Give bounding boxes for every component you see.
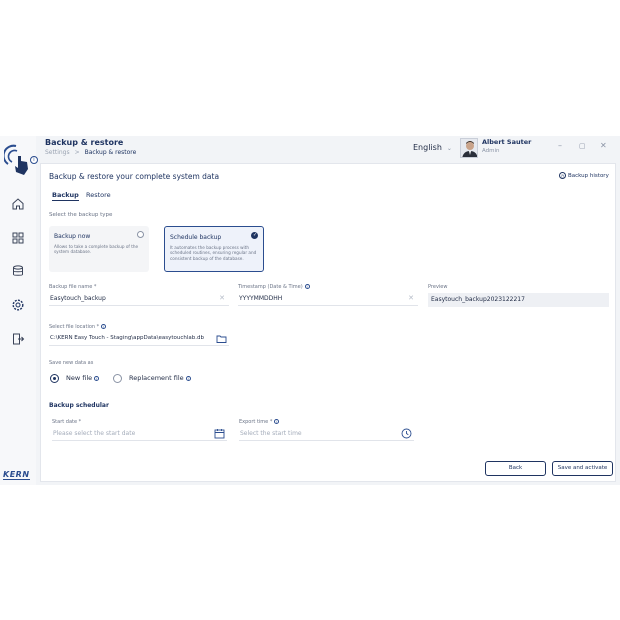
database-icon[interactable]	[9, 262, 27, 280]
new-file-radio[interactable]	[50, 374, 59, 383]
export-time-input[interactable]: Select the start time	[239, 427, 414, 441]
clear-icon[interactable]: ✕	[219, 292, 225, 305]
kern-logo: KERN	[3, 470, 30, 480]
card-title: Backup & restore your complete system da…	[49, 172, 220, 181]
preview-label: Preview	[428, 284, 448, 290]
breadcrumb-current: Backup & restore	[84, 149, 137, 156]
tab-restore[interactable]: Restore	[86, 191, 111, 199]
preview-field: Easytouch_backup2023122217	[428, 293, 609, 307]
backup-now-desc: Allows to take a complete backup of the …	[54, 244, 139, 255]
info-icon[interactable]: i	[304, 284, 310, 289]
file-location-input[interactable]: C:\KERN Easy Touch - Staging\appData\eas…	[49, 332, 229, 346]
start-date-label: Start date *	[52, 419, 82, 425]
user-role: Admin	[482, 148, 500, 154]
history-icon: ◷	[559, 172, 566, 179]
page-title: Backup & restore	[45, 138, 124, 147]
grid-icon[interactable]	[9, 229, 27, 247]
breadcrumb-separator-icon: >	[74, 149, 80, 156]
new-file-label: New file i	[66, 374, 100, 382]
user-name: Albert Sauter	[482, 138, 532, 146]
back-button[interactable]: Back	[485, 461, 546, 476]
backup-now-title: Backup now	[54, 233, 91, 240]
language-select[interactable]: English ⌄	[413, 143, 452, 152]
folder-icon[interactable]	[216, 333, 227, 344]
chevron-down-icon: ⌄	[446, 145, 452, 152]
replacement-file-radio[interactable]	[113, 374, 122, 383]
schedule-backup-card[interactable]: Schedule backup It automates the backup …	[164, 226, 264, 272]
calendar-icon[interactable]	[214, 428, 225, 439]
app-logo-icon	[2, 142, 32, 178]
logout-icon[interactable]	[9, 330, 27, 348]
backup-card: Backup & restore your complete system da…	[40, 163, 616, 482]
timestamp-label: Timestamp (Date & Time) i	[238, 284, 310, 290]
maximize-icon[interactable]: ▢	[579, 142, 586, 150]
avatar[interactable]	[460, 138, 478, 158]
language-value: English	[413, 143, 442, 152]
schedule-backup-title: Schedule backup	[170, 234, 222, 241]
info-icon[interactable]: i	[185, 375, 191, 381]
save-as-label: Save new data as	[49, 360, 94, 366]
file-location-label: Select file location * i	[49, 324, 107, 330]
export-time-label: Export time * i	[239, 419, 280, 425]
backup-now-card[interactable]: Backup now Allows to take a complete bac…	[49, 226, 149, 272]
clock-icon[interactable]	[401, 428, 412, 439]
file-name-input[interactable]: Easytouch_backup ✕	[49, 292, 229, 306]
info-icon[interactable]: i	[94, 375, 100, 381]
minimize-icon[interactable]: –	[558, 142, 562, 150]
timestamp-input[interactable]: YYYYMMDDHH ✕	[238, 292, 418, 306]
info-icon[interactable]: i	[101, 324, 107, 329]
info-icon[interactable]: i	[274, 419, 280, 424]
backup-history-link[interactable]: ◷ Backup history	[559, 172, 609, 179]
breadcrumb: Settings > Backup & restore	[45, 149, 136, 156]
home-icon[interactable]	[9, 195, 27, 213]
replacement-file-label: Replacement file i	[129, 374, 191, 382]
breadcrumb-settings[interactable]: Settings	[45, 149, 70, 156]
scheduler-title: Backup schedular	[49, 402, 109, 409]
settings-icon[interactable]	[9, 296, 27, 314]
close-icon[interactable]: ✕	[600, 142, 607, 150]
schedule-backup-desc: It automates the backup process with sch…	[170, 245, 257, 261]
backup-now-radio[interactable]	[137, 231, 144, 238]
file-name-label: Backup file name *	[49, 284, 97, 290]
clear-icon[interactable]: ✕	[408, 292, 414, 305]
start-date-input[interactable]: Please select the start date	[52, 427, 227, 441]
tab-backup[interactable]: Backup	[52, 191, 79, 201]
top-bar: Backup & restore Settings > Backup & resto…	[36, 136, 620, 162]
sidebar: i KERN	[0, 136, 38, 485]
save-and-activate-button[interactable]: Save and activate	[552, 461, 613, 476]
backup-type-label: Select the backup type	[49, 212, 113, 218]
schedule-backup-check-icon[interactable]	[251, 232, 258, 239]
